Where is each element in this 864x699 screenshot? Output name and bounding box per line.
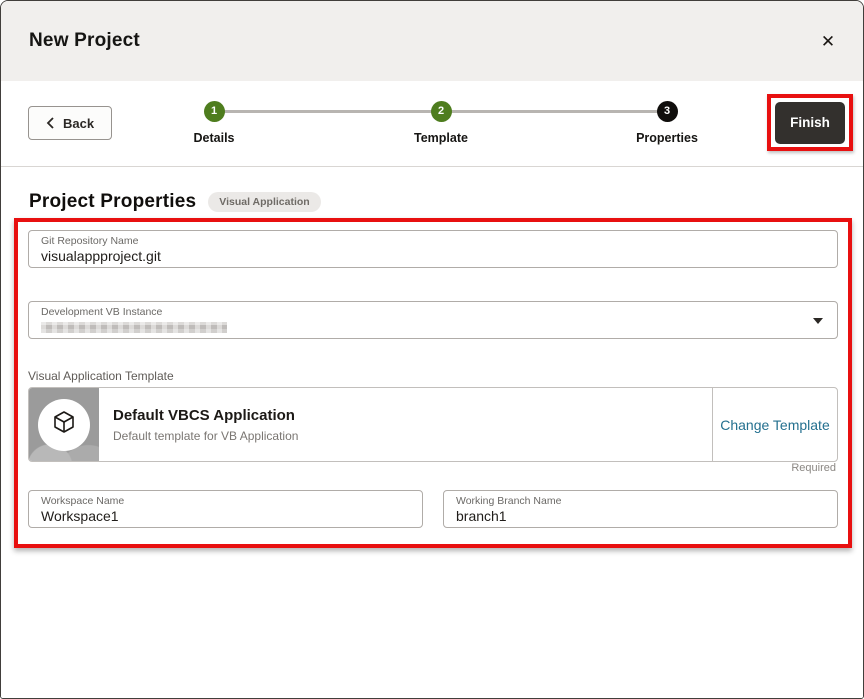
template-icon-circle: [38, 399, 90, 451]
wizard-step-details[interactable]: 1 Details: [154, 81, 274, 145]
workspace-name-value: Workspace1: [41, 508, 410, 525]
template-section-label: Visual Application Template: [28, 369, 174, 383]
dropdown-caret-icon[interactable]: [813, 318, 823, 324]
template-info: Default VBCS Application Default templat…: [99, 388, 712, 461]
workspace-name-field[interactable]: Workspace Name Workspace1: [28, 490, 423, 528]
new-project-dialog: New Project ✕ Back 1 Details 2 Template …: [0, 0, 864, 699]
template-name: Default VBCS Application: [113, 407, 712, 424]
git-repository-name-label: Git Repository Name: [41, 235, 825, 248]
working-branch-name-label: Working Branch Name: [456, 495, 825, 508]
redacted-instance-value: [41, 322, 227, 333]
close-icon: ✕: [821, 32, 835, 52]
change-template-link[interactable]: Change Template: [720, 417, 829, 433]
step-3-label: Properties: [607, 131, 727, 145]
back-button-label: Back: [63, 116, 94, 131]
template-card: Default VBCS Application Default templat…: [28, 387, 838, 462]
dialog-header: New Project ✕: [1, 1, 863, 81]
development-vb-instance-label: Development VB Instance: [41, 306, 825, 319]
step-1-label: Details: [154, 131, 274, 145]
chevron-left-icon: [46, 117, 54, 129]
wizard-step-properties[interactable]: 3 Properties: [607, 81, 727, 145]
step-2-circle: 2: [431, 101, 452, 122]
development-vb-instance-select[interactable]: Development VB Instance: [28, 301, 838, 339]
working-branch-name-field[interactable]: Working Branch Name branch1: [443, 490, 838, 528]
workspace-name-label: Workspace Name: [41, 495, 410, 508]
step-3-circle: 3: [657, 101, 678, 122]
template-thumbnail: [29, 388, 99, 461]
page-title: Project Properties: [29, 191, 196, 213]
close-button[interactable]: ✕: [815, 29, 841, 55]
wizard-step-template[interactable]: 2 Template: [381, 81, 501, 145]
template-action-area: Change Template: [712, 388, 837, 461]
properties-panel: Project Properties Visual Application Gi…: [1, 167, 863, 698]
cube-icon: [53, 410, 75, 439]
git-repository-name-value: visualappproject.git: [41, 248, 825, 265]
dialog-title: New Project: [29, 30, 140, 52]
working-branch-name-value: branch1: [456, 508, 825, 525]
step-2-label: Template: [381, 131, 501, 145]
step-1-circle: 1: [204, 101, 225, 122]
finish-button[interactable]: Finish: [775, 102, 845, 144]
template-description: Default template for VB Application: [113, 429, 712, 443]
git-repository-name-field[interactable]: Git Repository Name visualappproject.git: [28, 230, 838, 268]
app-type-badge: Visual Application: [208, 192, 320, 212]
required-note: Required: [791, 462, 836, 474]
finish-annotation-rect: Finish: [767, 94, 853, 151]
back-button[interactable]: Back: [28, 106, 112, 140]
wizard-bar: Back 1 Details 2 Template 3 Properties F…: [1, 81, 863, 167]
